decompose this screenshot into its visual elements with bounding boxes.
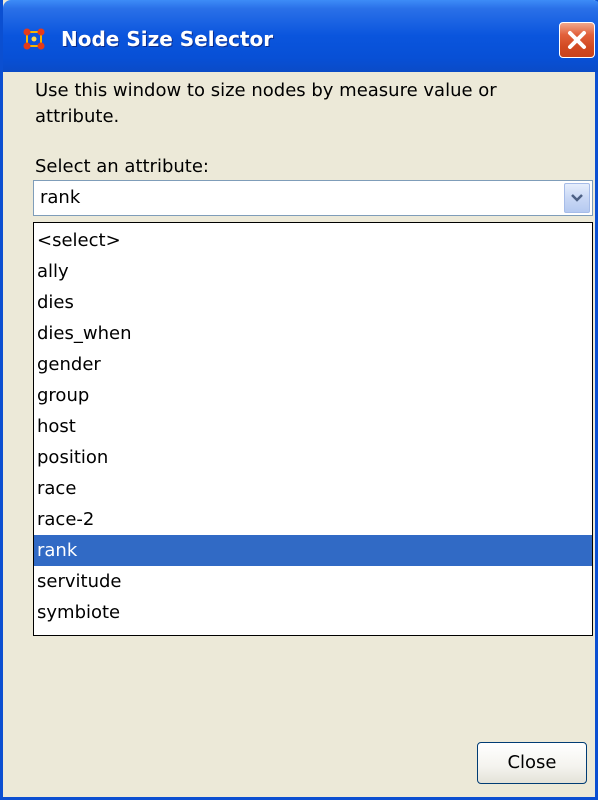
option-gender[interactable]: gender: [34, 349, 592, 380]
option-select-placeholder[interactable]: <select>: [34, 225, 592, 256]
dropdown-toggle-button[interactable]: [564, 183, 590, 213]
option-ally[interactable]: ally: [34, 256, 592, 287]
attribute-label: Select an attribute:: [35, 156, 209, 177]
option-group[interactable]: group: [34, 380, 592, 411]
option-dies-when[interactable]: dies_when: [34, 318, 592, 349]
attribute-select[interactable]: rank: [33, 180, 593, 216]
option-position[interactable]: position: [34, 442, 592, 473]
close-button[interactable]: Close: [477, 742, 587, 784]
option-rank[interactable]: rank: [34, 535, 592, 566]
attribute-options-list[interactable]: <select> ally dies dies_when gender grou…: [33, 222, 593, 636]
node-size-selector-window: Node Size Selector Use this window to si…: [0, 0, 598, 800]
window-description: Use this window to size nodes by measure…: [35, 80, 497, 127]
option-race-2[interactable]: race-2: [34, 504, 592, 535]
option-host[interactable]: host: [34, 411, 592, 442]
close-icon[interactable]: [559, 22, 595, 58]
network-nodes-icon: [23, 28, 45, 50]
option-dies[interactable]: dies: [34, 287, 592, 318]
title-bar[interactable]: Node Size Selector: [3, 0, 598, 72]
option-servitude[interactable]: servitude: [34, 566, 592, 597]
window-title: Node Size Selector: [61, 27, 274, 51]
attribute-select-value: rank: [40, 187, 81, 208]
option-race[interactable]: race: [34, 473, 592, 504]
option-symbiote[interactable]: symbiote: [34, 597, 592, 628]
